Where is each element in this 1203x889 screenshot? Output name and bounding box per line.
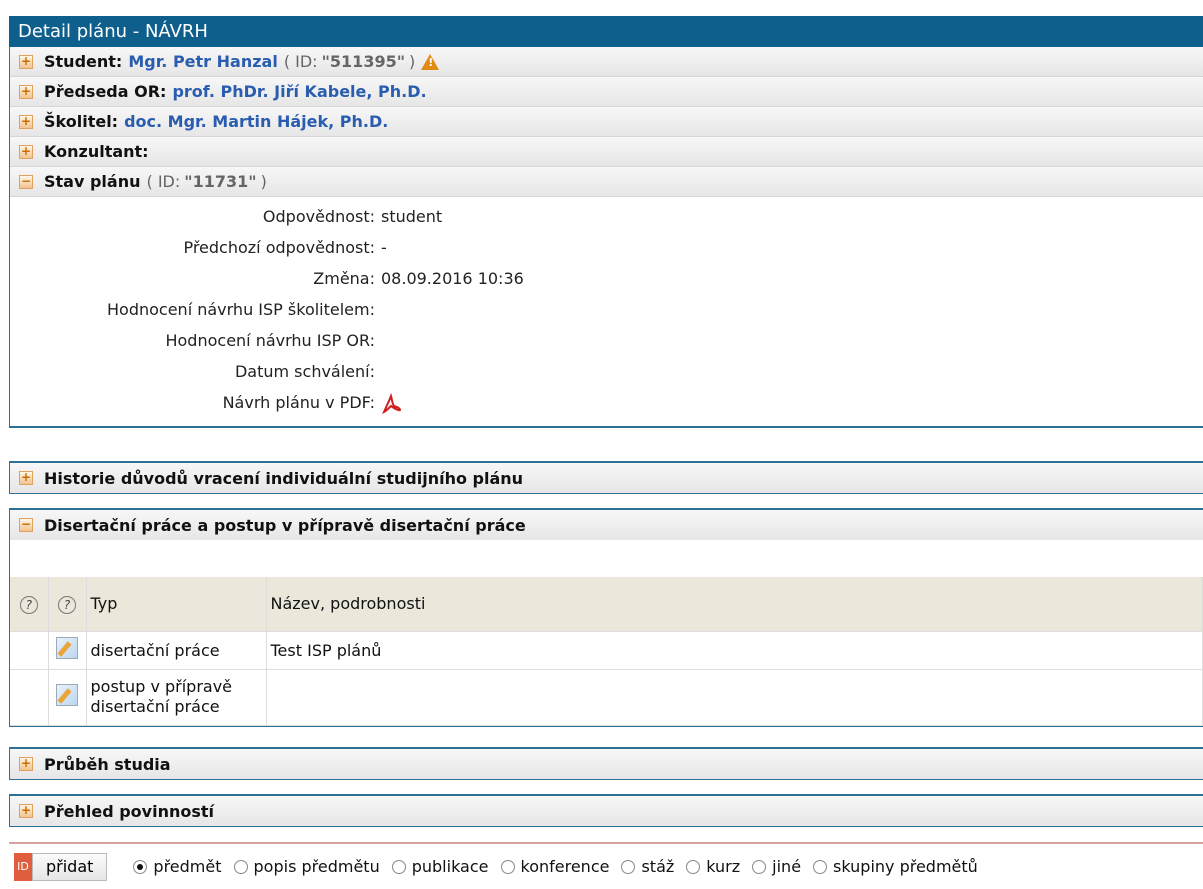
- table-row: disertační práce Test ISP plánů: [10, 631, 1203, 670]
- pdf-icon[interactable]: [381, 392, 402, 414]
- field-row: Předchozí odpovědnost: -: [183, 238, 387, 257]
- prehled-label: Přehled povinností: [44, 801, 215, 821]
- radio-dot[interactable]: [233, 859, 248, 874]
- collapse-icon[interactable]: −: [19, 518, 33, 532]
- radio-jine[interactable]: jiné: [752, 857, 801, 876]
- radio-predmet[interactable]: předmět: [133, 857, 222, 876]
- field-row: Změna: 08.09.2016 10:36: [313, 269, 524, 288]
- prubeh-label: Průběh studia: [44, 754, 171, 774]
- historie-section: + Historie důvodů vracení individuální s…: [9, 461, 1203, 494]
- disertace-label: Disertační práce a postup v přípravě dis…: [44, 515, 526, 535]
- konzultant-row[interactable]: + Konzultant:: [10, 137, 1203, 167]
- student-label: Student:: [44, 52, 123, 71]
- radio-dot[interactable]: [621, 859, 636, 874]
- radio-dot[interactable]: [500, 859, 515, 874]
- radio-dot[interactable]: [752, 859, 767, 874]
- student-id-suffix: ): [409, 52, 416, 71]
- radio-konference[interactable]: konference: [500, 857, 609, 876]
- student-link[interactable]: Mgr. Petr Hanzal: [128, 52, 278, 71]
- disertace-section: − Disertační práce a postup v přípravě d…: [9, 508, 1203, 727]
- expand-icon[interactable]: +: [19, 757, 33, 771]
- edit-icon[interactable]: [56, 637, 78, 659]
- skolitel-link[interactable]: doc. Mgr. Martin Hájek, Ph.D.: [124, 112, 388, 131]
- stav-label: Stav plánu: [44, 172, 141, 191]
- historie-label: Historie důvodů vracení individuální stu…: [44, 468, 524, 488]
- field-row: Návrh plánu v PDF:: [10, 387, 1203, 418]
- help-cell: ?: [10, 577, 49, 632]
- historie-row[interactable]: + Historie důvodů vracení individuální s…: [10, 463, 1203, 493]
- table-header: ? ? Typ Název, podrobnosti: [10, 577, 1203, 632]
- field-row: Hodnocení návrhu ISP OR:: [165, 331, 375, 350]
- radio-dot[interactable]: [133, 859, 148, 874]
- column-nazev: Název, podrobnosti: [266, 577, 1203, 632]
- expand-icon[interactable]: +: [19, 84, 33, 99]
- student-row[interactable]: + Student: Mgr. Petr Hanzal ( ID: "51139…: [10, 47, 1203, 77]
- predseda-link[interactable]: prof. PhDr. Jiří Kabele, Ph.D.: [172, 82, 426, 101]
- student-id-prefix: ( ID:: [283, 52, 318, 71]
- field-row: Hodnocení návrhu ISP školitelem:: [107, 300, 375, 319]
- stav-id-value: "11731": [184, 172, 257, 191]
- stav-details: Odpovědnost: student Předchozí odpovědnos…: [10, 197, 1203, 428]
- id-badge: ID: [14, 852, 32, 881]
- radio-staz[interactable]: stáž: [621, 857, 674, 876]
- edit-icon[interactable]: [56, 684, 78, 706]
- page-title: Detail plánu - NÁVRH: [9, 16, 1203, 47]
- expand-icon[interactable]: +: [19, 471, 33, 485]
- table-row: postup v přípravě disertační práce: [10, 669, 1203, 726]
- expand-icon[interactable]: +: [19, 144, 33, 159]
- help-icon[interactable]: ?: [19, 595, 38, 614]
- prehled-row[interactable]: + Přehled povinností: [10, 796, 1203, 826]
- cell-typ: postup v přípravě disertační práce: [86, 669, 267, 726]
- konzultant-label: Konzultant:: [44, 142, 149, 161]
- disertace-table: ? ? Typ Název, podrobnosti disertační pr…: [10, 577, 1203, 726]
- add-toolbar: ID přidat předmět popis předmětu publika…: [9, 842, 1203, 889]
- help-cell: ?: [48, 577, 87, 632]
- column-typ: Typ: [86, 577, 267, 632]
- stav-id-prefix: ( ID:: [146, 172, 181, 191]
- stav-row[interactable]: − Stav plánu ( ID: "11731" ): [10, 167, 1203, 197]
- prubeh-row[interactable]: + Průběh studia: [10, 749, 1203, 779]
- radio-dot[interactable]: [813, 859, 828, 874]
- type-radio-group: předmět popis předmětu publikace konfere…: [133, 857, 989, 876]
- prubeh-section: + Průběh studia: [9, 747, 1203, 780]
- warning-icon[interactable]: [421, 53, 440, 70]
- cell-nazev: Test ISP plánů: [266, 631, 1203, 670]
- stav-id-suffix: ): [260, 172, 267, 191]
- expand-icon[interactable]: +: [19, 804, 33, 818]
- predseda-label: Předseda OR:: [44, 82, 167, 101]
- radio-skupiny-predmetu[interactable]: skupiny předmětů: [813, 857, 978, 876]
- field-row: Datum schválení:: [234, 362, 375, 381]
- student-id-value: "511395": [321, 52, 406, 71]
- plan-info-section: + Student: Mgr. Petr Hanzal ( ID: "51139…: [9, 47, 1203, 428]
- cell-nazev: [266, 669, 1203, 726]
- radio-popis-predmetu[interactable]: popis předmětu: [233, 857, 380, 876]
- page: Detail plánu - NÁVRH + Student: Mgr. Pet…: [0, 0, 1203, 889]
- field-row: Odpovědnost: student: [262, 207, 443, 226]
- collapse-icon[interactable]: −: [19, 174, 33, 189]
- cell-typ: disertační práce: [86, 631, 267, 670]
- radio-dot[interactable]: [391, 859, 406, 874]
- radio-kurz[interactable]: kurz: [686, 857, 740, 876]
- expand-icon[interactable]: +: [19, 114, 33, 129]
- prehled-section: + Přehled povinností: [9, 794, 1203, 827]
- help-icon[interactable]: ?: [58, 595, 76, 614]
- skolitel-label: Školitel:: [44, 112, 119, 131]
- radio-dot[interactable]: [686, 859, 701, 874]
- radio-publikace[interactable]: publikace: [391, 857, 489, 876]
- skolitel-row[interactable]: + Školitel: doc. Mgr. Martin Hájek, Ph.D…: [10, 107, 1203, 137]
- predseda-row[interactable]: + Předseda OR: prof. PhDr. Jiří Kabele, …: [10, 77, 1203, 107]
- add-button[interactable]: přidat: [32, 852, 108, 881]
- expand-icon[interactable]: +: [19, 54, 33, 69]
- disertace-row[interactable]: − Disertační práce a postup v přípravě d…: [10, 510, 1203, 540]
